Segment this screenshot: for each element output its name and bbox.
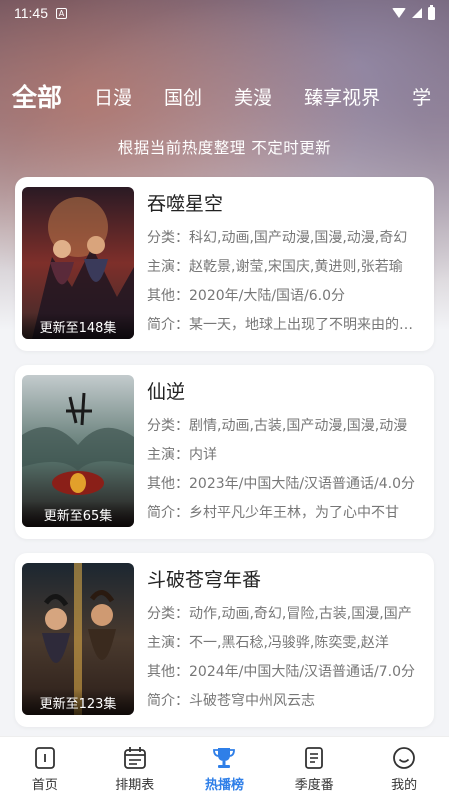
tab-chinese-anime[interactable]: 国创	[164, 83, 202, 110]
card-intro: 简介：某一天，地球上出现了不明来由的怪兽	[147, 317, 422, 333]
tab-premium-vision[interactable]: 臻享视界	[304, 83, 380, 110]
card-info: 仙逆 分类：剧情,动画,古装,国产动漫,国漫,动漫 主演：内详 其他：2023年…	[147, 377, 422, 532]
document-icon	[305, 746, 324, 769]
episode-badge: 更新至148集	[22, 313, 134, 339]
poster[interactable]: 更新至148集	[22, 187, 134, 339]
tab-american-anime[interactable]: 美漫	[234, 83, 272, 110]
card-info: 斗破苍穹年番 分类：动作,动画,奇幻,冒险,古装,国漫,国产 主演：不一,黑石稔…	[147, 565, 422, 720]
ranking-subtitle: 根据当前热度整理 不定时更新	[117, 139, 332, 157]
nav-schedule[interactable]: 排期表	[90, 737, 180, 800]
episode-badge: 更新至123集	[22, 689, 134, 715]
wifi-icon	[392, 8, 406, 18]
nav-label: 我的	[391, 777, 418, 793]
card-other: 其他：2023年/中国大陆/汉语普通话/4.0分	[147, 476, 416, 492]
poster[interactable]: 更新至123集	[22, 563, 134, 715]
card-cast: 主演：不一,黑石稔,冯骏骅,陈奕雯,赵洋	[147, 635, 389, 651]
card-category: 分类：剧情,动画,古装,国产动漫,国漫,动漫	[147, 418, 408, 434]
status-bar: 11:45 A	[0, 0, 449, 26]
nav-home[interactable]: 首页	[0, 737, 90, 800]
card-cast: 主演：内详	[147, 447, 217, 463]
nav-hot-ranking[interactable]: 热播榜	[180, 737, 270, 800]
trophy-icon	[213, 747, 236, 768]
battery-icon	[428, 4, 435, 20]
episode-badge: 更新至65集	[22, 501, 134, 527]
card-info: 吞噬星空 分类：科幻,动画,国产动漫,国漫,动漫,奇幻 主演：赵乾景,谢莹,宋国…	[147, 189, 422, 344]
nav-mine[interactable]: 我的	[359, 737, 449, 800]
card-title: 斗破苍穹年番	[147, 569, 262, 591]
card-cast: 主演：赵乾景,谢莹,宋国庆,黄进则,张若瑜	[147, 259, 403, 275]
card-category: 分类：科幻,动画,国产动漫,国漫,动漫,奇幻	[147, 230, 408, 246]
notification-icon: A	[56, 7, 67, 19]
anime-card[interactable]: 更新至123集 斗破苍穹年番 分类：动作,动画,奇幻,冒险,古装,国漫,国产 主…	[15, 553, 434, 727]
category-tabs: 全部 日漫 国创 美漫 臻享视界 学	[0, 76, 449, 116]
nav-label: 首页	[31, 777, 58, 793]
tab-japanese-anime[interactable]: 日漫	[94, 83, 132, 110]
bottom-navigation: 首页 排期表 热播榜 季度番 我的	[0, 736, 449, 800]
card-intro: 简介：斗破苍穹中州风云志	[147, 693, 315, 709]
card-other: 其他：2024年/中国大陆/汉语普通话/7.0分	[147, 664, 416, 680]
nav-label: 季度番	[294, 777, 334, 793]
status-time: 11:45	[14, 5, 48, 21]
anime-card[interactable]: 更新至65集 仙逆 分类：剧情,动画,古装,国产动漫,国漫,动漫 主演：内详 其…	[15, 365, 434, 539]
nav-label: 热播榜	[204, 777, 244, 793]
nav-label: 排期表	[115, 777, 155, 793]
card-title: 吞噬星空	[147, 193, 224, 215]
card-title: 仙逆	[147, 381, 186, 403]
status-indicators	[392, 4, 435, 20]
poster[interactable]: 更新至65集	[22, 375, 134, 527]
nav-seasonal[interactable]: 季度番	[269, 737, 359, 800]
smiley-icon	[393, 746, 415, 769]
tab-more[interactable]: 学	[412, 83, 431, 110]
card-category: 分类：动作,动画,奇幻,冒险,古装,国漫,国产	[147, 606, 412, 622]
card-intro: 简介：乡村平凡少年王林，为了心中不甘	[147, 505, 399, 521]
home-icon	[34, 746, 55, 769]
anime-card[interactable]: 更新至148集 吞噬星空 分类：科幻,动画,国产动漫,国漫,动漫,奇幻 主演：赵…	[15, 177, 434, 351]
card-other: 其他：2020年/大陆/国语/6.0分	[147, 288, 346, 304]
calendar-icon	[123, 746, 146, 769]
tab-all[interactable]: 全部	[12, 78, 62, 114]
signal-icon	[412, 8, 422, 18]
